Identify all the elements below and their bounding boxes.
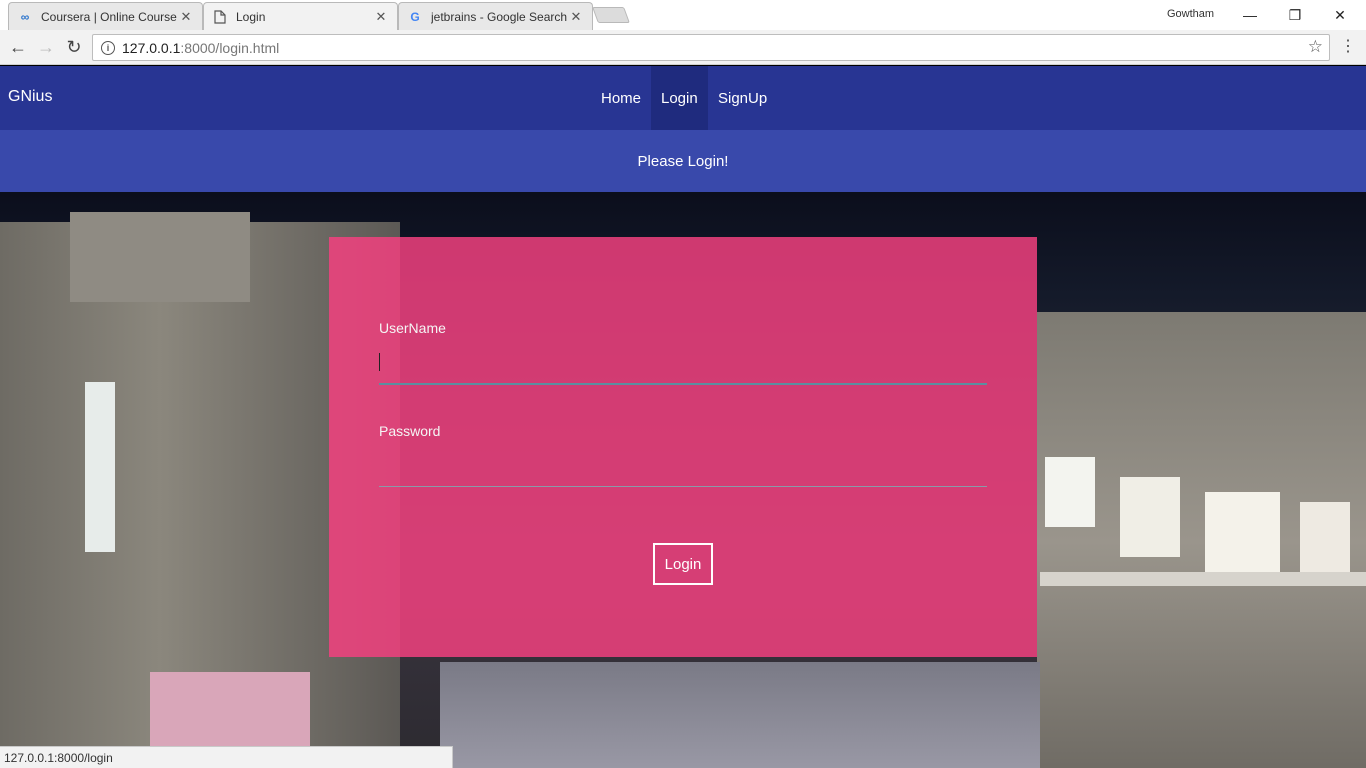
info-icon[interactable]: i bbox=[101, 40, 115, 55]
lit-window bbox=[85, 382, 115, 552]
nav-link-signup[interactable]: SignUp bbox=[708, 66, 777, 130]
tab-title: Coursera | Online Course bbox=[41, 9, 177, 24]
browser-toolbar: ← → ↻ i 127.0.0.1:8000/login.html ☆ bbox=[0, 30, 1366, 65]
brand-logo[interactable]: GNius bbox=[8, 88, 52, 106]
google-icon: G bbox=[410, 9, 420, 24]
username-input[interactable] bbox=[379, 344, 987, 374]
close-tab-icon[interactable]: ✕ bbox=[373, 9, 389, 25]
tab-title: Login bbox=[236, 9, 266, 24]
login-card: UserName Password Login bbox=[329, 237, 1037, 657]
status-bar-url: 127.0.0.1:8000/login bbox=[0, 746, 453, 768]
lit-window bbox=[1120, 477, 1180, 557]
browser-tabstrip: ∞ Coursera | Online Course ✕ Login ✕ G j… bbox=[0, 0, 1366, 30]
coursera-icon: ∞ bbox=[20, 9, 30, 24]
page-icon bbox=[212, 9, 228, 25]
bookmark-star-icon[interactable]: ☆ bbox=[1308, 37, 1323, 57]
login-banner: Please Login! bbox=[0, 130, 1366, 192]
close-tab-icon[interactable]: ✕ bbox=[178, 9, 194, 25]
rooftop-block bbox=[70, 212, 250, 302]
minimize-icon[interactable]: — bbox=[1232, 4, 1268, 26]
address-bar[interactable]: i 127.0.0.1:8000/login.html ☆ bbox=[92, 34, 1330, 61]
top-navbar: GNius Home Login SignUp bbox=[0, 66, 1366, 130]
close-tab-icon[interactable]: ✕ bbox=[568, 9, 584, 25]
nav-link-home[interactable]: Home bbox=[591, 66, 651, 130]
reload-icon[interactable]: ↻ bbox=[62, 36, 86, 58]
password-label: Password bbox=[379, 423, 441, 439]
new-tab-button[interactable] bbox=[592, 7, 630, 23]
profile-name[interactable]: Gowtham bbox=[1167, 8, 1214, 20]
page-viewport: GNius Home Login SignUp Please Login! Us… bbox=[0, 66, 1366, 768]
balcony-ledge bbox=[1040, 572, 1366, 586]
back-arrow-icon[interactable]: ← bbox=[6, 36, 30, 58]
forward-arrow-icon[interactable]: → bbox=[34, 36, 58, 58]
browser-tab-google[interactable]: G jetbrains - Google Search ✕ bbox=[398, 2, 593, 30]
lit-window bbox=[1045, 457, 1095, 527]
password-underline bbox=[379, 486, 987, 487]
nav-link-login[interactable]: Login bbox=[651, 66, 708, 130]
close-window-icon[interactable]: ✕ bbox=[1322, 4, 1358, 26]
browser-tab-coursera[interactable]: ∞ Coursera | Online Course ✕ bbox=[8, 2, 203, 30]
browser-tab-login[interactable]: Login ✕ bbox=[203, 2, 398, 30]
url-host: 127.0.0.1 bbox=[122, 39, 181, 56]
lit-window bbox=[1205, 492, 1280, 577]
courtyard bbox=[440, 662, 1040, 768]
lit-window bbox=[1300, 502, 1350, 582]
tab-title: jetbrains - Google Search bbox=[431, 9, 568, 24]
browser-menu-icon[interactable]: ⋮ bbox=[1340, 36, 1356, 58]
password-input[interactable] bbox=[379, 449, 987, 479]
username-label: UserName bbox=[379, 320, 446, 336]
text-cursor bbox=[379, 353, 380, 371]
banner-text: Please Login! bbox=[637, 152, 729, 170]
url-path: :8000/login.html bbox=[180, 39, 280, 56]
username-underline bbox=[379, 383, 987, 385]
login-button[interactable]: Login bbox=[653, 543, 713, 585]
restore-icon[interactable]: ❐ bbox=[1277, 4, 1313, 26]
